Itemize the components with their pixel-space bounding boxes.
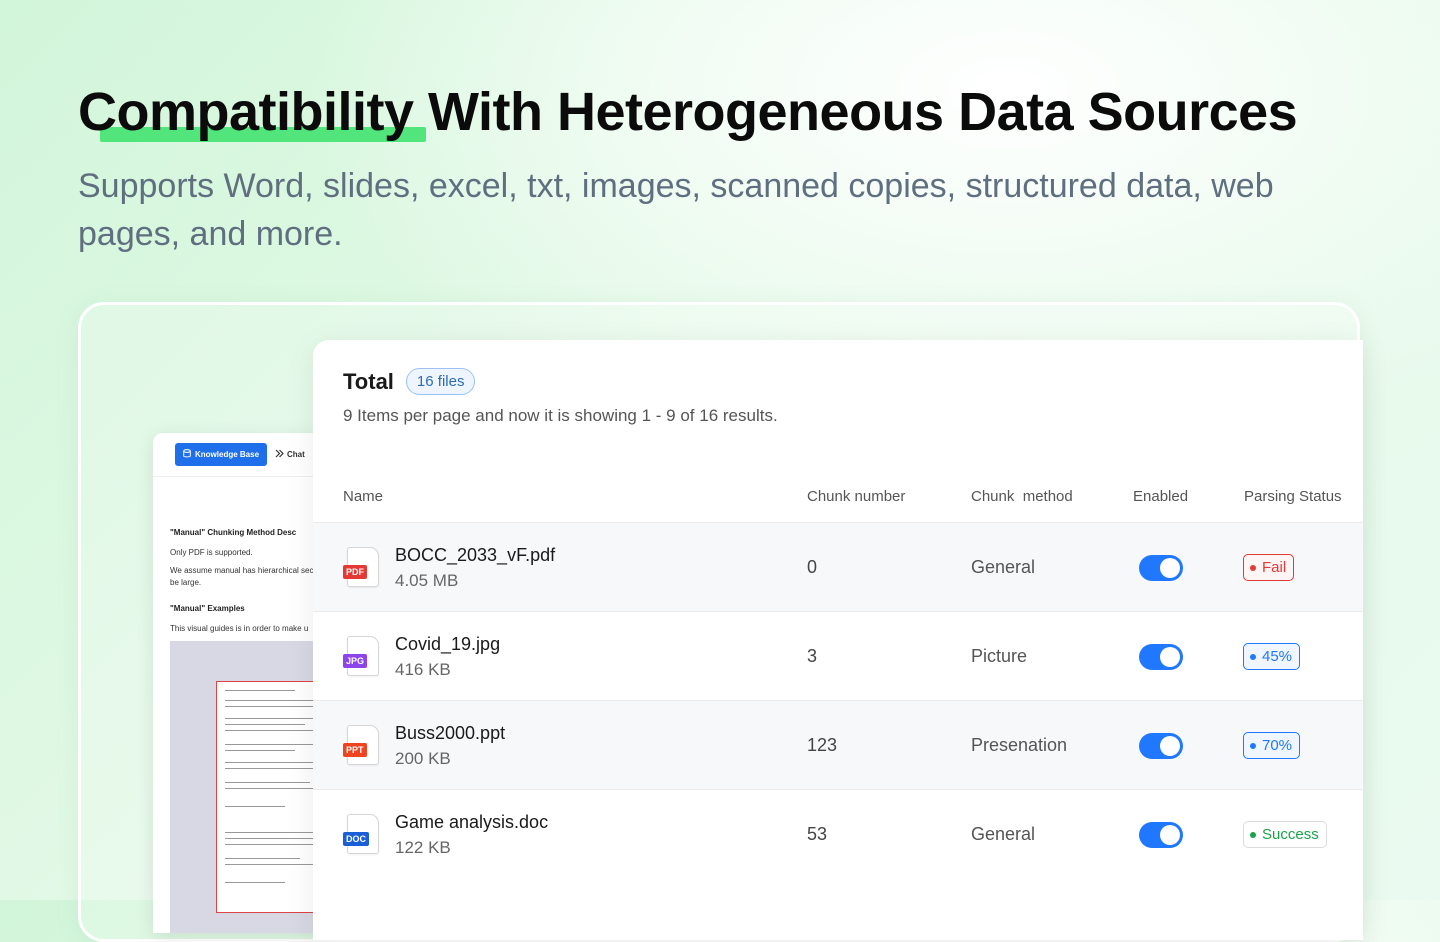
file-name[interactable]: Covid_19.jpg	[395, 634, 500, 655]
panel-description: "Manual" Chunking Method Desc Only PDF i…	[170, 528, 328, 642]
chunk-method: Presenation	[971, 735, 1068, 755]
chat-tab[interactable]: Chat	[275, 449, 305, 460]
enabled-toggle[interactable]	[1139, 555, 1183, 581]
file-name[interactable]: Buss2000.ppt	[395, 723, 505, 744]
toggle-knob	[1160, 558, 1180, 578]
file-list-card: Total 16 files 9 Items per page and now …	[313, 340, 1363, 940]
document-preview	[170, 641, 328, 933]
headline-rest: With Heterogeneous Data Sources	[413, 82, 1298, 142]
doc-title: "Manual" Chunking Method Desc	[170, 528, 297, 537]
knowledge-base-panel: Knowledge Base Chat "Manual" Chunking Me…	[153, 433, 328, 933]
table-row[interactable]: PPT Buss2000.ppt 200 KB 123 Presenation 70%	[313, 700, 1363, 790]
column-name[interactable]: Name	[343, 488, 383, 505]
chunk-number: 0	[807, 557, 818, 577]
examples-title: "Manual" Examples	[170, 604, 245, 613]
page-headline: Compatibility With Heterogeneous Data So…	[78, 80, 1298, 145]
chunk-method: General	[971, 824, 1036, 844]
toggle-knob	[1160, 647, 1180, 667]
status-dot	[1250, 564, 1256, 571]
files-count-badge: 16 files	[405, 368, 476, 395]
chunk-method: General	[971, 557, 1036, 577]
column-enabled[interactable]: Enabled	[1133, 488, 1188, 505]
knowledge-base-label: Knowledge Base	[195, 450, 260, 459]
database-icon	[183, 449, 191, 460]
status-dot	[1250, 653, 1256, 660]
status-text: 70%	[1262, 737, 1293, 754]
column-chunk-number[interactable]: Chunk number	[807, 488, 905, 505]
status-text: 45%	[1262, 648, 1293, 665]
knowledge-base-button[interactable]: Knowledge Base	[175, 443, 268, 466]
file-size: 4.05 MB	[395, 571, 459, 590]
file-icon: PDF	[343, 547, 379, 587]
file-name[interactable]: BOCC_2033_vF.pdf	[395, 545, 555, 566]
file-type-tag: PPT	[343, 743, 367, 757]
table-row[interactable]: JPG Covid_19.jpg 416 KB 3 Picture 45%	[313, 611, 1363, 701]
panel-divider	[153, 476, 328, 477]
doc-line: Only PDF is supported.	[170, 548, 253, 557]
pagination-info: 9 Items per page and now it is showing 1…	[343, 406, 778, 425]
doc-line: We assume manual has hierarchical sec	[170, 566, 314, 575]
toggle-knob	[1160, 736, 1180, 756]
total-label: Total	[343, 368, 394, 394]
file-icon: PPT	[343, 725, 379, 765]
file-icon: DOC	[343, 814, 379, 854]
enabled-toggle[interactable]	[1139, 822, 1183, 848]
file-name[interactable]: Game analysis.doc	[395, 812, 548, 833]
file-type-tag: JPG	[343, 654, 368, 668]
parsing-status-badge: Success	[1243, 821, 1327, 848]
parsing-status-badge: 70%	[1243, 732, 1301, 759]
column-chunk-method[interactable]: Chunk method	[971, 488, 1073, 505]
parsing-status-badge: Fail	[1243, 554, 1295, 581]
total-header: Total 16 files	[343, 368, 476, 395]
chunk-number: 3	[807, 646, 818, 666]
panel-nav: Knowledge Base Chat	[175, 443, 305, 466]
chat-icon	[275, 449, 284, 460]
table-row[interactable]: DOC Game analysis.doc 122 KB 53 General Succe…	[313, 789, 1363, 879]
chunk-number: 53	[807, 824, 828, 844]
file-size: 416 KB	[395, 660, 451, 679]
document-page	[216, 681, 328, 913]
page-subtitle: Supports Word, slides, excel, txt, image…	[78, 167, 1274, 253]
headline-highlight: Compatibility	[78, 80, 426, 145]
enabled-toggle[interactable]	[1139, 644, 1183, 670]
status-dot	[1250, 742, 1256, 749]
file-size: 200 KB	[395, 749, 451, 768]
table-header: Name Chunk number Chunk method Enabled P…	[313, 476, 1363, 522]
chat-label: Chat	[287, 450, 305, 459]
doc-line: be large.	[170, 578, 202, 587]
file-type-tag: DOC	[343, 832, 369, 846]
chunk-number: 123	[807, 735, 838, 755]
examples-line: This visual guides is in order to make u	[170, 624, 309, 633]
chunk-method: Picture	[971, 646, 1028, 666]
toggle-knob	[1160, 825, 1180, 845]
status-dot	[1250, 831, 1256, 838]
status-text: Success	[1262, 826, 1319, 843]
enabled-toggle[interactable]	[1139, 733, 1183, 759]
status-text: Fail	[1262, 559, 1287, 576]
column-parsing-status[interactable]: Parsing Status	[1244, 488, 1342, 505]
file-size: 122 KB	[395, 838, 451, 857]
parsing-status-badge: 45%	[1243, 643, 1301, 670]
table-row[interactable]: PDF BOCC_2033_vF.pdf 4.05 MB 0 General Fail	[313, 522, 1363, 612]
file-type-tag: PDF	[343, 565, 367, 579]
file-icon: JPG	[343, 636, 379, 676]
